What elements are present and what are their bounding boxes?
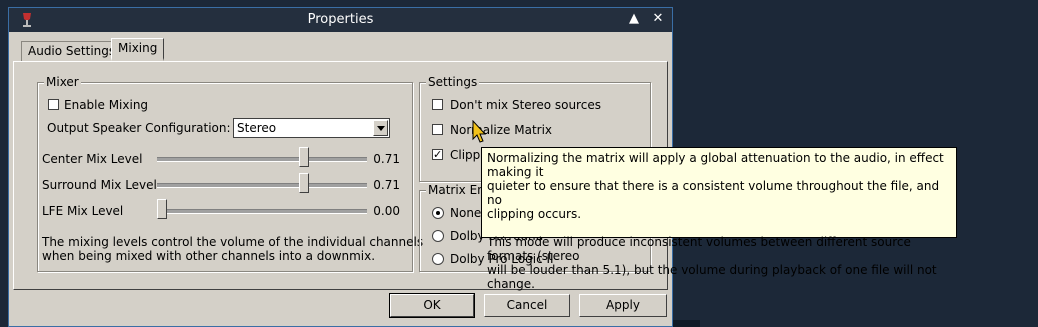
title-bar: Properties ▲ ✕ — [9, 8, 672, 32]
apply-button[interactable]: Apply — [579, 294, 667, 317]
enable-mixing-checkbox[interactable] — [48, 99, 59, 110]
matrix-none-radio[interactable] — [432, 207, 444, 219]
window-title: Properties — [307, 12, 374, 27]
lfe-mix-track[interactable] — [157, 209, 367, 214]
center-mix-track[interactable] — [157, 157, 367, 162]
matrix-dolby-surround-radio[interactable] — [432, 230, 444, 242]
enable-mixing-label: Enable Mixing — [64, 98, 149, 112]
settings-legend: Settings — [426, 75, 480, 89]
tooltip-line1: Normalizing the matrix will apply a glob… — [487, 151, 944, 179]
close-icon[interactable]: ✕ — [650, 11, 666, 27]
chevron-down-icon[interactable] — [373, 120, 388, 136]
surround-mix-track[interactable] — [157, 183, 367, 188]
tab-audio-settings[interactable]: Audio Settings — [21, 41, 123, 61]
maximize-icon[interactable]: ▲ — [626, 11, 642, 27]
lfe-mix-label: LFE Mix Level — [42, 204, 124, 218]
clipping-checkbox[interactable]: ✓ — [432, 149, 443, 160]
center-mix-thumb[interactable] — [299, 147, 309, 167]
normalize-matrix-checkbox[interactable] — [432, 124, 443, 135]
output-config-value: Stereo — [237, 121, 277, 135]
output-config-label: Output Speaker Configuration: — [47, 121, 231, 135]
mixer-description-line2: when being mixed with other channels int… — [42, 249, 376, 263]
output-config-select[interactable]: Stereo — [233, 118, 390, 138]
normalize-matrix-label: Normalize Matrix — [450, 123, 553, 137]
normalize-tooltip: Normalizing the matrix will apply a glob… — [481, 147, 957, 291]
center-mix-value: 0.71 — [373, 152, 400, 166]
lfe-mix-thumb[interactable] — [157, 199, 167, 219]
mixer-description-line1: The mixing levels control the volume of … — [42, 235, 424, 249]
matrix-dolby-pro-logic-radio[interactable] — [432, 253, 444, 265]
tooltip-line3: clipping occurs. — [487, 207, 582, 221]
mouse-pointer-icon — [472, 120, 487, 143]
tooltip-line4: This mode will produce inconsistent volu… — [487, 235, 911, 263]
cancel-button[interactable]: Cancel — [484, 294, 570, 317]
surround-mix-thumb[interactable] — [299, 173, 309, 193]
mixer-group: Mixer Enable Mixing Output Speaker Confi… — [37, 75, 423, 272]
lfe-mix-value: 0.00 — [373, 204, 400, 218]
surround-mix-label: Surround Mix Level — [42, 178, 157, 192]
ok-button[interactable]: OK — [389, 293, 475, 318]
tooltip-line2: quieter to ensure that there is a consis… — [487, 179, 940, 207]
dont-mix-stereo-checkbox[interactable] — [432, 99, 443, 110]
matrix-none-label: None — [450, 206, 482, 220]
surround-mix-value: 0.71 — [373, 178, 400, 192]
mixer-legend: Mixer — [44, 75, 81, 89]
tab-mixing[interactable]: Mixing — [111, 38, 165, 61]
center-mix-label: Center Mix Level — [42, 152, 143, 166]
dont-mix-stereo-label: Don't mix Stereo sources — [450, 98, 601, 112]
